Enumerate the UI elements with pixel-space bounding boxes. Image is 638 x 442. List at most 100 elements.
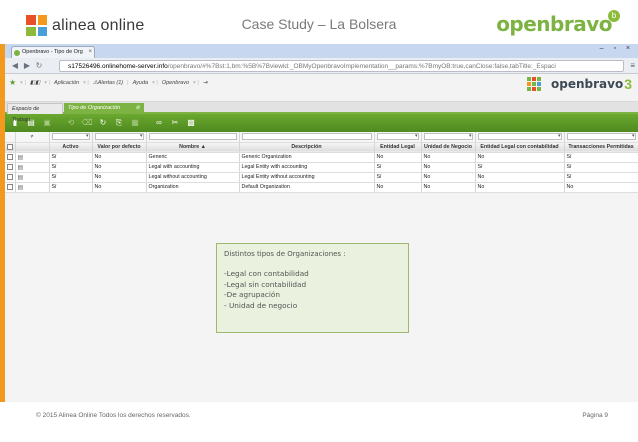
cell-descripcion: Legal Entity with accounting (239, 162, 375, 173)
cell-legal-cont: No (475, 182, 565, 193)
cell-activo: Sí (49, 152, 93, 163)
table-row[interactable]: ▤ Sí No Generic Generic Organization No … (5, 152, 638, 163)
header-descripcion[interactable]: Descripción (239, 142, 375, 153)
undo-icon[interactable]: ⟲ (64, 116, 78, 130)
filter-nombre[interactable] (146, 132, 240, 143)
browser-tab-title: Openbravo - Tipo de Org (22, 49, 83, 55)
filter-defecto[interactable]: ▾ (92, 132, 147, 143)
nav-openbravo[interactable]: Openbravo (162, 80, 189, 86)
header-negocio[interactable]: Unidad de Negocio (421, 142, 476, 153)
footer-page-number: Página 9 (582, 412, 608, 419)
cell-trans: Sí (564, 152, 638, 163)
tab-tipo-de-organizacion[interactable]: Tipo de Organización ⊗ (64, 103, 144, 114)
header-trans[interactable]: Transacciones Permitidas (564, 142, 638, 153)
header-activo[interactable]: Activo (49, 142, 93, 153)
link-icon[interactable]: ∞ (152, 116, 166, 130)
document-icon[interactable]: ▤ (15, 182, 50, 193)
nav-alertas[interactable]: Alertas (1) (98, 80, 123, 86)
tab-espacio-de-trabajo[interactable]: Espacio de Trabajo (7, 103, 63, 123)
cell-nombre: Legal without accounting (146, 172, 240, 183)
openbravo-brand: openbravo 3 (527, 76, 632, 92)
cell-nombre: Legal with accounting (146, 162, 240, 173)
callout-box: Distintos tipos de Organizaciones : -Leg… (216, 243, 409, 333)
forward-icon[interactable]: ▶ (21, 61, 33, 70)
row-checkbox[interactable] (5, 152, 16, 163)
filter-clear-icon: ≠ (15, 132, 50, 143)
document-icon[interactable]: ▤ (15, 152, 50, 163)
document-icon[interactable]: ▤ (15, 172, 50, 183)
cell-trans: Sí (564, 162, 638, 173)
cell-trans: Sí (564, 172, 638, 183)
cell-legal-cont: No (475, 172, 565, 183)
header-legal-cont[interactable]: Entidad Legal con contabilidad (475, 142, 565, 153)
cell-descripcion: Legal Entity without accounting (239, 172, 375, 183)
callout-item: -Legal sin contabilidad (224, 279, 307, 289)
header-defecto[interactable]: Valor por defecto (92, 142, 147, 153)
callout-item: - Unidad de negocio (224, 300, 298, 310)
table-row[interactable]: ▤ Sí No Legal with accounting Legal Enti… (5, 162, 638, 173)
callout-item: -Legal con contabilidad (224, 269, 309, 278)
openbravo-logo: openbravo (496, 12, 612, 36)
row-checkbox[interactable] (5, 182, 16, 193)
browser-tabstrip: Openbravo - Tipo de Org × – ▫ × (5, 44, 638, 58)
filter-descripcion[interactable] (239, 132, 375, 143)
cell-descripcion: Default Organization (239, 182, 375, 193)
row-checkbox[interactable] (5, 172, 16, 183)
document-icon[interactable]: ▤ (15, 162, 50, 173)
toolbar: ▮ ▤ ▣ ⟲ ⌫ ↻ ⎘ ▦ ∞ ✂ ▩ (5, 114, 638, 132)
callout-item: -De agrupación (224, 290, 281, 299)
tools-icon[interactable]: ✂ (168, 116, 182, 130)
close-tab-icon[interactable]: × (88, 47, 92, 58)
filter-legal-cont[interactable]: ▾ (475, 132, 565, 143)
openbravo-tabs: Espacio de Trabajo Tipo de Organización ⊗ (5, 102, 638, 123)
nav-ayuda[interactable]: Ayuda (133, 80, 149, 86)
close-tab-icon[interactable]: ⊗ (135, 103, 140, 114)
header-blank (15, 142, 50, 153)
print-icon[interactable]: ▦ (128, 116, 142, 130)
header-row: Activo Valor por defecto Nombre ▲ Descri… (5, 142, 638, 153)
browser-menu-icon[interactable]: ≡ (630, 61, 635, 70)
header-legal[interactable]: Entidad Legal (374, 142, 422, 153)
back-icon[interactable]: ◀ (9, 61, 21, 70)
nav-aplicacion[interactable]: Aplicación (54, 80, 79, 86)
logout-icon[interactable]: ⇥ (203, 80, 208, 86)
cell-defecto: No (92, 152, 147, 163)
cell-descripcion: Generic Organization (239, 152, 375, 163)
save-icon[interactable]: ▣ (40, 116, 54, 130)
openbravo-navbar: ★ ▾ | ◧◧ ▾ | Aplicación ▾ | ⚠ Alertas (1… (5, 74, 638, 102)
filter-legal[interactable]: ▾ (374, 132, 422, 143)
filter-negocio[interactable]: ▾ (421, 132, 476, 143)
history-icon[interactable]: ◧◧ (30, 80, 40, 86)
table-row[interactable]: ▤ Sí No Organization Default Organizatio… (5, 182, 638, 193)
address-bar: ◀ ▶ ↻ s17526496.onlinehome-server.info/o… (5, 58, 638, 74)
grid-view-icon[interactable]: ▩ (184, 116, 198, 130)
cell-legal-cont: Sí (475, 162, 565, 173)
row-checkbox[interactable] (5, 162, 16, 173)
filter-trans[interactable]: ▾ (564, 132, 638, 143)
delete-icon[interactable]: ⌫ (80, 116, 94, 130)
cell-activo: Sí (49, 182, 93, 193)
url-input[interactable]: s17526496.onlinehome-server.info/openbra… (59, 60, 624, 72)
select-all-checkbox[interactable] (5, 142, 16, 153)
window-controls[interactable]: – ▫ × (600, 45, 634, 52)
browser-tab[interactable]: Openbravo - Tipo de Org × (11, 46, 95, 58)
filter-row: ≠ ▾ ▾ ▾ ▾ ▾ ▾ (5, 132, 638, 143)
refresh-icon[interactable]: ↻ (96, 116, 110, 130)
openbravo-brand-text: openbravo (551, 77, 624, 91)
favicon-icon (14, 50, 20, 56)
table-row[interactable]: ▤ Sí No Legal without accounting Legal E… (5, 172, 638, 183)
cell-legal: No (374, 182, 422, 193)
cell-negocio: No (421, 152, 476, 163)
openbravo-version: 3 (624, 76, 632, 92)
cell-defecto: No (92, 182, 147, 193)
header-nombre[interactable]: Nombre ▲ (146, 142, 240, 153)
reload-icon[interactable]: ↻ (33, 61, 45, 70)
cell-legal: No (374, 152, 422, 163)
cell-nombre: Generic (146, 152, 240, 163)
favorites-star-icon[interactable]: ★ (9, 78, 16, 87)
cell-trans: No (564, 182, 638, 193)
cell-activo: Sí (49, 162, 93, 173)
filter-activo[interactable]: ▾ (49, 132, 93, 143)
data-grid: ≠ ▾ ▾ ▾ ▾ ▾ ▾ Activo Valor por defecto N… (5, 132, 638, 193)
export-icon[interactable]: ⎘ (112, 116, 126, 130)
